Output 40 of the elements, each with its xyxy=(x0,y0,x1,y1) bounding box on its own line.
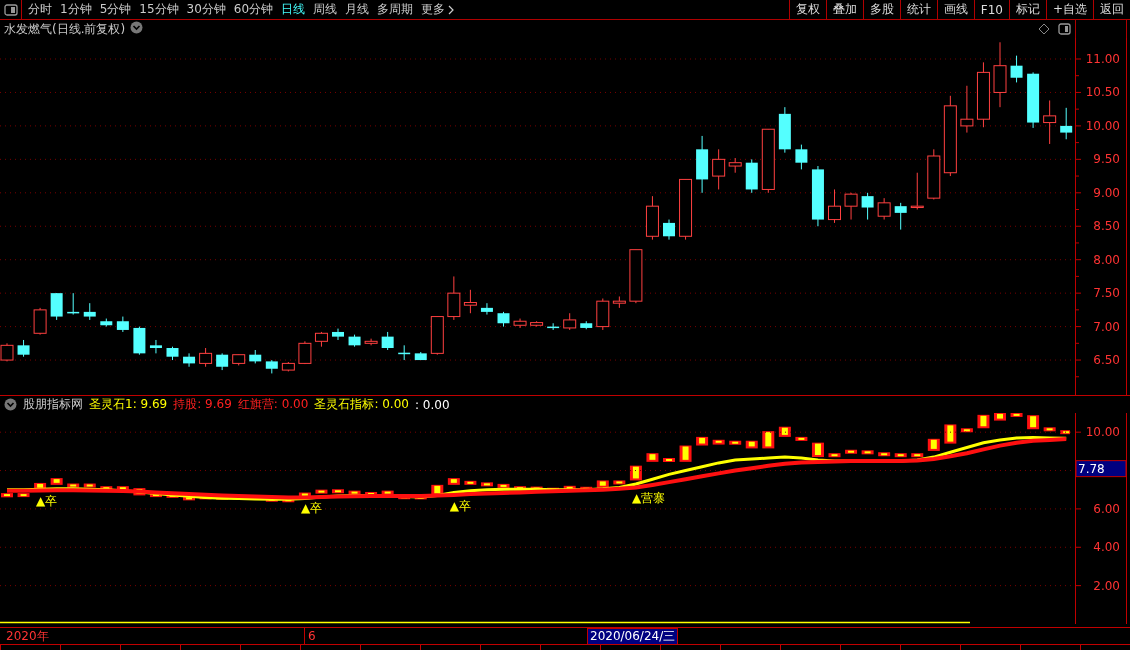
axis-label: 11.00 xyxy=(1085,52,1120,66)
axis-label: 8.50 xyxy=(1093,219,1120,234)
signal-marker: ▲营寨 xyxy=(631,491,666,506)
axis-label: 4.00 xyxy=(1093,540,1120,555)
signal-marker: ▲卒 xyxy=(36,494,58,509)
axis-label: 9.00 xyxy=(1093,185,1120,200)
indicator-value: 圣灵石1: 9.69 xyxy=(89,396,168,413)
period-tab[interactable]: 更多 xyxy=(421,1,455,18)
indicator-value: : 0.00 xyxy=(414,397,450,412)
axis-label: 7.50 xyxy=(1093,286,1120,301)
period-tab[interactable]: 1分钟 xyxy=(60,1,92,18)
axis-label: 10.00 xyxy=(1085,118,1120,133)
current-value-badge: 7.78 xyxy=(1075,460,1127,478)
indicator-value: 持股: 9.69 xyxy=(173,396,232,413)
period-tab[interactable]: 分时 xyxy=(28,1,52,18)
indicator-name: 股朋指标网 xyxy=(23,396,83,413)
period-tab[interactable]: 周线 xyxy=(313,1,338,18)
period-tab[interactable]: 30分钟 xyxy=(186,1,226,18)
signal-marker: ▲卒 xyxy=(449,498,472,513)
cursor-date-label: 2020/06/24/三 xyxy=(587,628,679,645)
period-tab[interactable]: 日线 xyxy=(281,1,306,18)
axis-label: 7.00 xyxy=(1093,319,1120,334)
time-axis-label: 2020年 xyxy=(5,628,50,644)
indicator-value: 圣灵石指标: 0.00 xyxy=(314,396,409,413)
axis-label: 10.50 xyxy=(1085,85,1120,100)
axis-label: 10.00 xyxy=(1085,425,1120,440)
period-tab[interactable]: 月线 xyxy=(345,1,370,18)
axis-label: 6.00 xyxy=(1093,501,1120,516)
axis-label: 6.50 xyxy=(1093,353,1120,368)
period-tab[interactable]: 多周期 xyxy=(377,1,414,18)
indicator-value: 红旗营: 0.00 xyxy=(237,396,309,413)
time-axis-label: 6 xyxy=(304,628,316,644)
chart-title: 水发燃气(日线.前复权) xyxy=(4,20,126,38)
axis-label: 9.50 xyxy=(1093,152,1120,167)
period-tab[interactable]: 60分钟 xyxy=(233,1,274,18)
signal-marker: ▲卒 xyxy=(300,501,323,516)
axis-label: 8.00 xyxy=(1093,252,1120,267)
axis-label: 2.00 xyxy=(1093,578,1120,593)
period-tab[interactable]: 5分钟 xyxy=(99,1,132,18)
period-tab[interactable]: 15分钟 xyxy=(139,1,179,18)
